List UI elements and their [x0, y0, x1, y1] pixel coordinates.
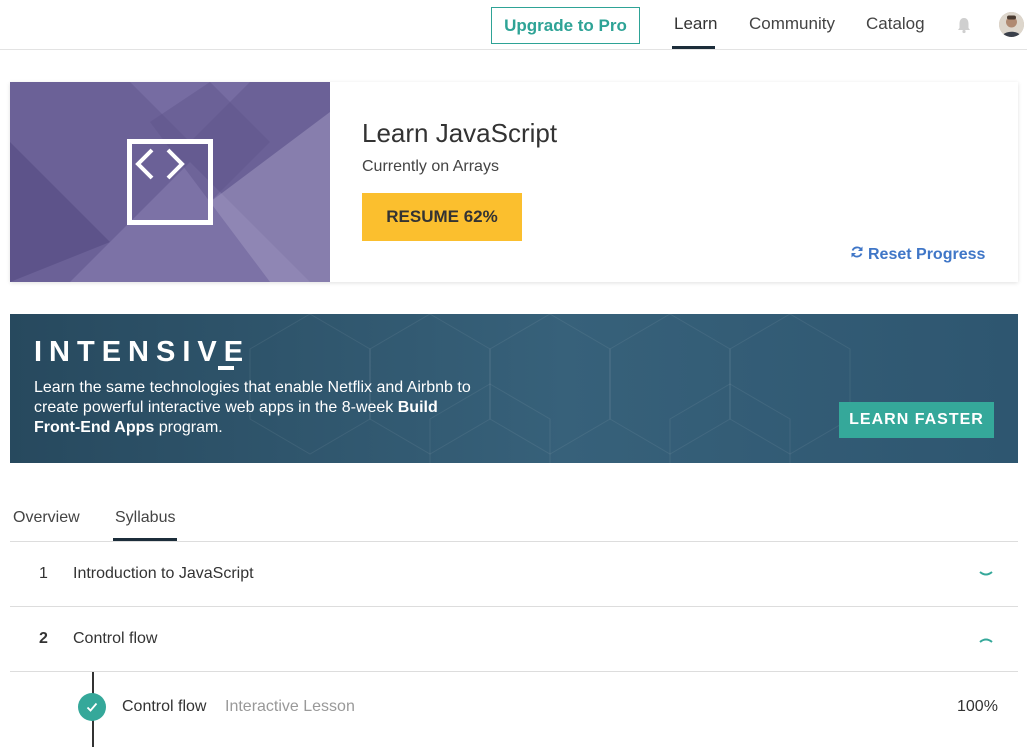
intensive-logo-mark — [218, 366, 234, 370]
code-brackets-icon — [127, 139, 213, 225]
check-icon — [78, 693, 106, 721]
lesson-progress: 100% — [957, 698, 998, 715]
row-number: 1 — [39, 565, 48, 582]
row-title: Introduction to JavaScript — [73, 565, 254, 582]
reset-progress-label: Reset Progress — [868, 245, 986, 263]
syllabus-row[interactable]: 1 Introduction to JavaScript — [10, 542, 1018, 607]
learn-faster-button[interactable]: LEARN FASTER — [839, 402, 994, 438]
syllabus-row[interactable]: 2 Control flow — [10, 607, 1018, 672]
chevron-up-icon[interactable] — [978, 631, 994, 647]
course-card: Learn JavaScript Currently on Arrays RES… — [10, 82, 1018, 282]
reset-progress-link[interactable]: Reset Progress — [850, 245, 985, 264]
refresh-icon — [850, 245, 864, 264]
nav-community[interactable]: Community — [749, 14, 835, 34]
tab-syllabus[interactable]: Syllabus — [115, 509, 175, 527]
upgrade-to-pro-button[interactable]: Upgrade to Pro — [491, 7, 640, 44]
nav-catalog[interactable]: Catalog — [866, 14, 925, 34]
resume-button[interactable]: RESUME 62% — [362, 193, 522, 241]
intensive-heading: INTENSIVE — [34, 336, 251, 368]
lesson-type: Interactive Lesson — [225, 698, 355, 715]
lesson-item[interactable]: Control flow Interactive Lesson 100% — [10, 672, 1018, 747]
banner-description: Learn the same technologies that enable … — [34, 379, 471, 436]
row-title: Control flow — [73, 630, 158, 647]
nav-active-indicator — [672, 46, 715, 49]
avatar[interactable] — [999, 12, 1024, 37]
course-title: Learn JavaScript — [362, 118, 558, 148]
chevron-down-icon[interactable] — [978, 566, 994, 582]
tab-overview[interactable]: Overview — [13, 509, 80, 527]
intensive-banner: INTENSIVE Learn the same technologies th… — [10, 314, 1018, 463]
row-number: 2 — [39, 630, 48, 647]
course-current-lesson: Currently on Arrays — [362, 158, 499, 175]
lesson-title: Control flow — [122, 698, 207, 715]
course-image — [10, 82, 330, 282]
top-nav: Upgrade to Pro Learn Community Catalog — [0, 0, 1027, 50]
bell-icon[interactable] — [955, 16, 973, 34]
nav-learn[interactable]: Learn — [674, 14, 717, 34]
